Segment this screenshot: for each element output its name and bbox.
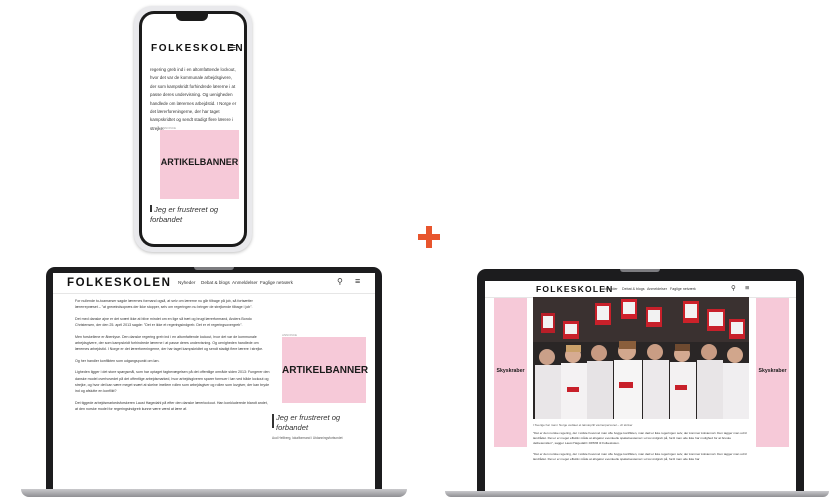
hamburger-menu-icon[interactable]: ≡ — [355, 276, 360, 286]
phone-screen: FOLKESKOLEN ≡ regering greb ind i en alt… — [142, 14, 244, 244]
nav-item-faglige-netvaerk[interactable]: Faglige netværk — [670, 287, 696, 291]
nav-item-debat[interactable]: Debat & blogs — [201, 280, 230, 285]
pull-quote: Jeg er frustreret og forbandet — [150, 205, 238, 225]
skyscraper-label: Skyskraber — [758, 368, 787, 374]
photo-caption: I Sverige har man i Norge vedtaet et løn… — [533, 423, 633, 427]
pull-quote: Jeg er frustreret og forbandet — [272, 413, 370, 433]
banner-label: ARTIKELBANNER — [282, 365, 369, 376]
search-icon[interactable]: ⚲ — [337, 277, 343, 286]
nav-item-anmeldelser[interactable]: Anmeldelser — [647, 287, 667, 291]
paragraph: Og her handler konflikten som udgangspun… — [75, 358, 160, 363]
article-body: For nullende to-toamarser sagde lærernes… — [75, 298, 271, 418]
nav-item-nyheder[interactable]: Nyheder — [178, 280, 195, 285]
quote-attribution: Aud Hellberg, lokalformand i Utdanningsf… — [272, 436, 343, 440]
paragraph: For nullende to-toamarser sagde lærernes… — [75, 299, 253, 310]
laptop-right-lid: FOLKESKOLEN Nyheder Debat & blogs Anmeld… — [477, 269, 804, 491]
laptop-left-screen: FOLKESKOLEN Nyheder Debat & blogs Anmeld… — [53, 273, 375, 489]
article-banner-ad[interactable]: ARTIKELBANNER — [282, 337, 369, 403]
laptop-right-base — [445, 491, 829, 497]
phone-notch — [176, 14, 208, 21]
paragraph: Men forskellene er åbenlyse. Den danske … — [75, 334, 264, 352]
paragraph: Det tiggede arbejdsmarkedsforskeren Laus… — [75, 400, 268, 412]
site-logo[interactable]: FOLKESKOLEN — [67, 277, 172, 289]
paragraph: "Det er den norske regering, der i sidst… — [533, 431, 747, 446]
article-banner-ad[interactable]: ARTIKELBANNER — [160, 130, 239, 199]
nav-item-nyheder[interactable]: Nyheder — [604, 287, 618, 291]
site-header: FOLKESKOLEN Nyheder Debat & blogs Anmeld… — [485, 281, 796, 298]
nav-item-faglige-netvaerk[interactable]: Faglige netværk — [260, 280, 293, 285]
hamburger-menu-icon[interactable]: ≡ — [745, 283, 749, 292]
nav-item-anmeldelser[interactable]: Anmeldelser — [232, 280, 258, 285]
phone-mockup: FOLKESKOLEN ≡ regering greb ind i en alt… — [134, 6, 252, 252]
plus-icon — [418, 226, 440, 248]
site-logo[interactable]: FOLKESKOLEN — [536, 284, 613, 294]
hamburger-menu-icon[interactable]: ≡ — [230, 42, 236, 54]
banner-label: ARTIKELBANNER — [160, 157, 239, 167]
phone-bezel: FOLKESKOLEN ≡ regering greb ind i en alt… — [139, 11, 247, 247]
paragraph: Det med danske ajne er det svært ikke at… — [75, 316, 252, 328]
paragraph: Ligheden ligger i det store spørgsmål, s… — [75, 370, 270, 394]
site-header: FOLKESKOLEN Nyheder Debat & blogs Anmeld… — [53, 273, 375, 294]
laptop-right-camera — [620, 269, 660, 272]
article-body: regering greb ind i en altomfattende loc… — [150, 67, 237, 131]
skyscraper-ad-right[interactable]: Skyskraber — [756, 298, 789, 447]
article-hero-photo — [533, 297, 749, 419]
article-body: "Det er den norske regering, der i sidst… — [533, 431, 749, 467]
phone-header: FOLKESKOLEN ≡ — [142, 41, 244, 61]
quote-mark-icon — [150, 205, 152, 212]
quote-text: Jeg er frustreret og forbandet — [276, 413, 341, 432]
search-icon[interactable]: ⚲ — [731, 284, 736, 292]
quote-mark-icon — [272, 414, 274, 428]
nav-item-debat[interactable]: Debat & blogs — [622, 287, 645, 291]
laptop-right-screen: FOLKESKOLEN Nyheder Debat & blogs Anmeld… — [485, 281, 796, 491]
skyscraper-label: Skyskraber — [496, 368, 525, 374]
paragraph: "Det er den norske regering, der i sidst… — [533, 451, 747, 461]
laptop-left-lid: FOLKESKOLEN Nyheder Debat & blogs Anmeld… — [46, 267, 382, 489]
laptop-left-camera — [194, 267, 234, 270]
laptop-left-base — [21, 489, 407, 497]
quote-text: Jeg er frustreret og forbandet — [150, 205, 219, 224]
skyscraper-ad-left[interactable]: Skyskraber — [494, 298, 527, 447]
